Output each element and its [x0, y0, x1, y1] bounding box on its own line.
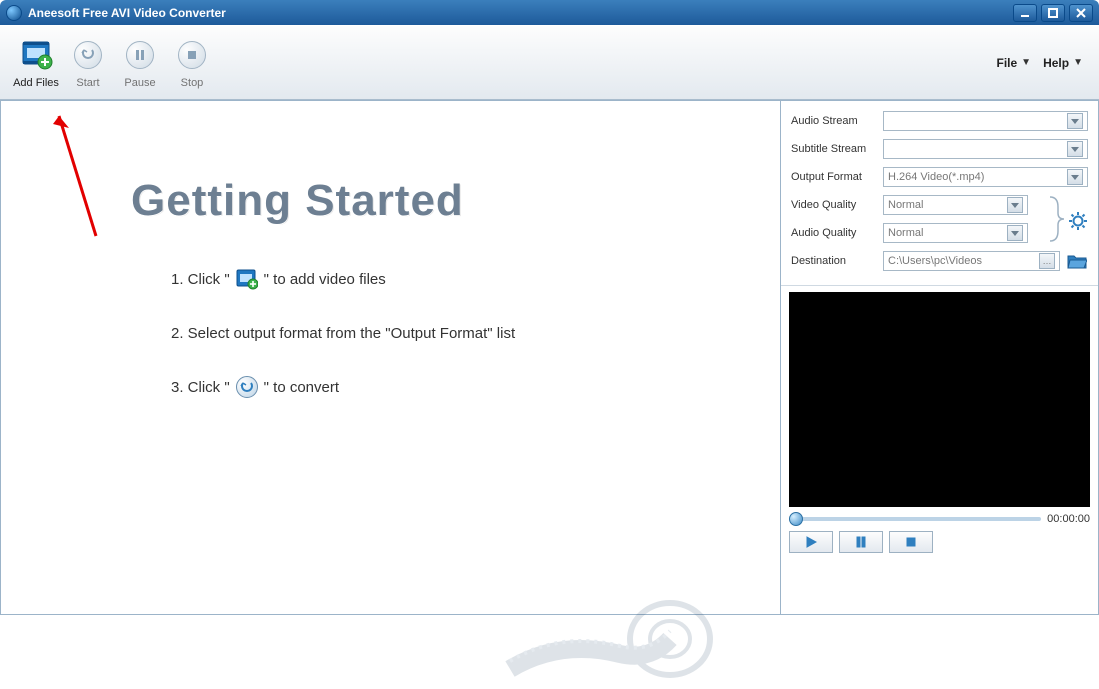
- chevron-down-icon: [1067, 113, 1083, 129]
- file-menu-label: File: [997, 56, 1018, 70]
- open-folder-button[interactable]: [1066, 252, 1088, 270]
- destination-label: Destination: [791, 255, 877, 267]
- destination-value: C:\Users\pc\Videos: [888, 255, 982, 267]
- start-icon: [70, 37, 106, 73]
- titlebar: Aneesoft Free AVI Video Converter: [0, 0, 1099, 25]
- filmstrip-decoration: [500, 569, 760, 679]
- play-icon: [805, 536, 817, 548]
- seek-thumb[interactable]: [789, 512, 803, 526]
- chevron-down-icon: [1007, 197, 1023, 213]
- seek-slider[interactable]: [789, 517, 1041, 521]
- subtitle-stream-row: Subtitle Stream: [791, 139, 1088, 159]
- help-menu[interactable]: Help ▼: [1037, 52, 1089, 74]
- add-files-inline-icon: [236, 268, 258, 290]
- step-3: 3. Click " " to convert: [171, 374, 780, 400]
- audio-stream-dropdown[interactable]: [883, 111, 1088, 131]
- content-pane: Getting Started 1. Click " " to add vide…: [0, 100, 781, 615]
- stop-icon: [905, 536, 917, 548]
- quality-bracket: [1048, 195, 1068, 245]
- output-format-dropdown[interactable]: H.264 Video(*.mp4): [883, 167, 1088, 187]
- video-quality-dropdown[interactable]: Normal: [883, 195, 1028, 215]
- play-button[interactable]: [789, 531, 833, 553]
- destination-field[interactable]: C:\Users\pc\Videos …: [883, 251, 1060, 271]
- audio-stream-label: Audio Stream: [791, 115, 877, 127]
- gear-icon: [1069, 212, 1087, 230]
- chevron-down-icon: ▼: [1073, 57, 1083, 68]
- browse-dots-button[interactable]: …: [1039, 253, 1055, 269]
- minimize-button[interactable]: [1013, 4, 1037, 22]
- start-label: Start: [76, 77, 99, 89]
- pause-label: Pause: [124, 77, 155, 89]
- chevron-down-icon: ▼: [1021, 57, 1031, 68]
- close-button[interactable]: [1069, 4, 1093, 22]
- convert-inline-icon: [236, 376, 258, 398]
- audio-quality-dropdown[interactable]: Normal: [883, 223, 1028, 243]
- chevron-down-icon: [1067, 169, 1083, 185]
- step-1: 1. Click " " to add video files: [171, 266, 780, 292]
- audio-quality-row: Audio Quality Normal: [791, 223, 1048, 243]
- audio-stream-row: Audio Stream: [791, 111, 1088, 131]
- stop-icon: [174, 37, 210, 73]
- output-format-row: Output Format H.264 Video(*.mp4): [791, 167, 1088, 187]
- settings-form: Audio Stream Subtitle Stream Output Form…: [781, 101, 1098, 286]
- step-3-pre: 3. Click ": [171, 379, 230, 396]
- audio-quality-label: Audio Quality: [791, 227, 877, 239]
- advanced-settings-button[interactable]: [1068, 211, 1088, 231]
- seek-row: 00:00:00: [789, 513, 1090, 525]
- audio-quality-value: Normal: [888, 227, 923, 239]
- main-area: Getting Started 1. Click " " to add vide…: [0, 100, 1099, 615]
- start-button[interactable]: Start: [62, 37, 114, 89]
- time-display: 00:00:00: [1047, 513, 1090, 525]
- subtitle-stream-dropdown[interactable]: [883, 139, 1088, 159]
- add-files-button[interactable]: Add Files: [10, 37, 62, 89]
- output-format-value: H.264 Video(*.mp4): [888, 171, 984, 183]
- file-menu[interactable]: File ▼: [991, 52, 1038, 74]
- step-2-text: 2. Select output format from the "Output…: [171, 325, 515, 342]
- pause-icon: [122, 37, 158, 73]
- window-title: Aneesoft Free AVI Video Converter: [28, 6, 1013, 20]
- settings-pane: Audio Stream Subtitle Stream Output Form…: [781, 100, 1099, 615]
- add-files-label: Add Files: [13, 77, 59, 89]
- preview-player: [789, 292, 1090, 507]
- play-controls: [789, 531, 1090, 553]
- getting-started-heading: Getting Started: [131, 176, 780, 226]
- video-quality-label: Video Quality: [791, 199, 877, 211]
- video-quality-value: Normal: [888, 199, 923, 211]
- help-menu-label: Help: [1043, 56, 1069, 70]
- chevron-down-icon: [1067, 141, 1083, 157]
- step-1-post: " to add video files: [264, 271, 386, 288]
- add-files-icon: [18, 37, 54, 73]
- step-1-pre: 1. Click ": [171, 271, 230, 288]
- pause-icon: [855, 536, 867, 548]
- pause-button[interactable]: Pause: [114, 37, 166, 89]
- app-icon: [6, 5, 22, 21]
- maximize-button[interactable]: [1041, 4, 1065, 22]
- stop-label: Stop: [181, 77, 204, 89]
- step-2: 2. Select output format from the "Output…: [171, 320, 780, 346]
- subtitle-stream-label: Subtitle Stream: [791, 143, 877, 155]
- toolbar: Add Files Start Pause Stop File ▼ Help ▼: [0, 25, 1099, 100]
- chevron-down-icon: [1007, 225, 1023, 241]
- destination-row: Destination C:\Users\pc\Videos …: [791, 251, 1088, 271]
- window-controls: [1013, 4, 1093, 22]
- stop-button[interactable]: Stop: [166, 37, 218, 89]
- folder-icon: [1067, 253, 1087, 269]
- output-format-label: Output Format: [791, 171, 877, 183]
- step-3-post: " to convert: [264, 379, 339, 396]
- video-quality-row: Video Quality Normal: [791, 195, 1048, 215]
- steps-list: 1. Click " " to add video files 2. Sele: [171, 266, 780, 400]
- stop-playback-button[interactable]: [889, 531, 933, 553]
- pause-playback-button[interactable]: [839, 531, 883, 553]
